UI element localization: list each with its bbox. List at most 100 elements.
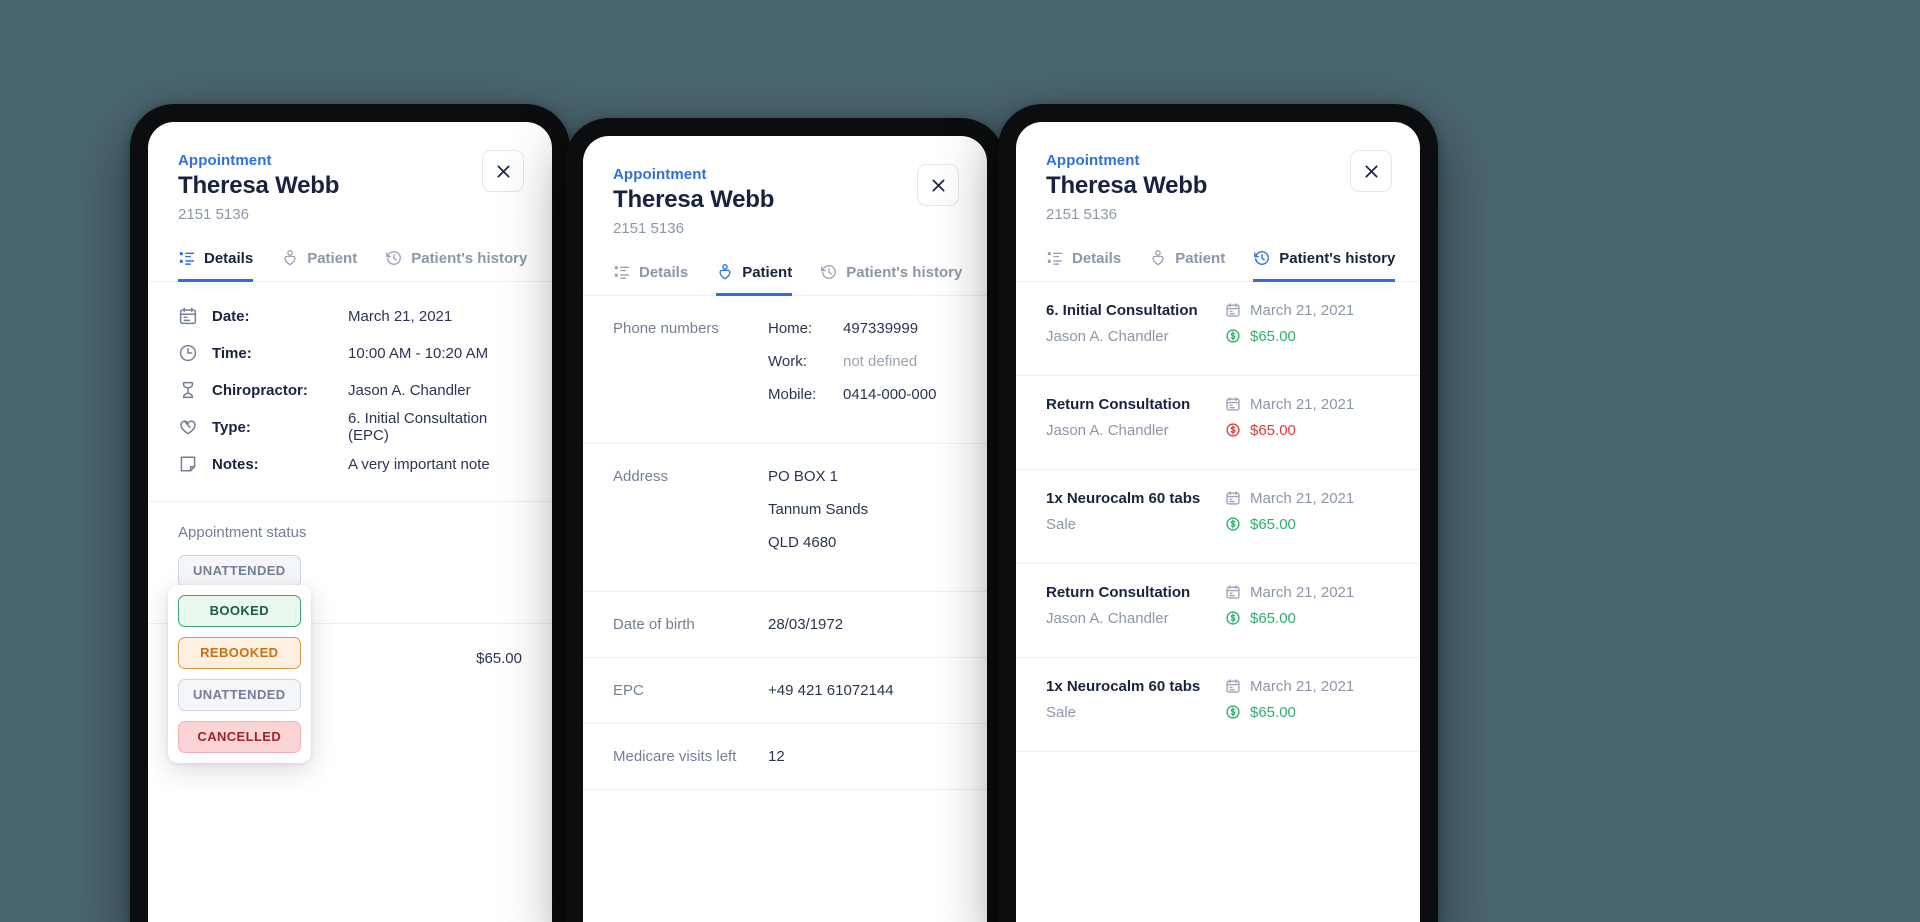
appointment-status-block: Appointment status UNATTENDED BOOKED REB… (148, 502, 552, 763)
table-row[interactable]: 1x Neurocalm 60 tabs Sale March 21, 2021 (1016, 658, 1420, 752)
history-subtitle: Jason A. Chandler (1046, 609, 1169, 627)
tab-details[interactable]: Details (178, 249, 254, 282)
tab-patients-history[interactable]: Patient's history (1253, 249, 1396, 282)
phone-row-home: Home: 497339999 (768, 320, 957, 353)
patient-id: 2151 5136 (613, 220, 684, 237)
page-title: Theresa Webb (178, 172, 340, 199)
history-price: $65.00 (1250, 515, 1296, 533)
detail-label: Time: (212, 344, 252, 362)
history-date-row: March 21, 2021 (1225, 490, 1390, 507)
status-option-cancelled[interactable]: CANCELLED (178, 720, 301, 753)
detail-label: Type: (212, 418, 251, 436)
address-line: Tannum Sands (768, 500, 869, 518)
tab-patient[interactable]: Patient (716, 263, 793, 296)
detail-label: Notes: (212, 455, 259, 473)
epc-value: +49 421 61072144 (768, 681, 894, 699)
panel-header: Appointment Theresa Webb 2151 5136 (1016, 122, 1420, 223)
close-icon (497, 165, 509, 177)
device-frame-patient: Appointment Theresa Webb 2151 5136 Detai… (565, 118, 1005, 922)
tab-label: Patient (1175, 249, 1226, 267)
history-subtitle: Sale (1046, 515, 1077, 533)
chiropractor-icon (182, 381, 194, 399)
appointment-amount: $65.00 (476, 649, 522, 667)
panel-patient: Appointment Theresa Webb 2151 5136 Detai… (583, 136, 987, 922)
tab-label: Patient's history (411, 249, 528, 267)
status-option-unattended[interactable]: UNATTENDED (178, 678, 301, 711)
dollar-circle-icon (1226, 517, 1240, 531)
history-clock-icon (386, 251, 402, 265)
tab-label: Details (639, 263, 689, 281)
device-frame-details: Appointment Theresa Webb 2151 5136 Detai… (130, 104, 570, 922)
epc-label: EPC (613, 681, 644, 699)
status-option-booked[interactable]: BOOKED (178, 594, 301, 627)
status-option-rebooked[interactable]: REBOOKED (178, 636, 301, 669)
close-button[interactable] (1350, 150, 1392, 192)
detail-row-time: Time: 10:00 AM - 10:20 AM (178, 335, 522, 372)
history-price-row: $65.00 (1225, 516, 1390, 533)
phone-type: Home: (768, 319, 813, 337)
close-button[interactable] (482, 150, 524, 192)
phone-value: 497339999 (843, 319, 919, 337)
table-row[interactable]: 6. Initial Consultation Jason A. Chandle… (1016, 282, 1420, 376)
history-date-row: March 21, 2021 (1225, 302, 1390, 319)
panel-kicker: Appointment (1046, 152, 1140, 169)
status-select-trigger[interactable]: UNATTENDED (178, 554, 301, 587)
history-date: March 21, 2021 (1250, 395, 1355, 413)
list-details-icon (614, 266, 630, 279)
dob-label: Date of birth (613, 615, 695, 633)
detail-value: A very important note (348, 455, 490, 473)
tab-details[interactable]: Details (613, 263, 688, 296)
tab-patients-history[interactable]: Patient's history (820, 263, 962, 296)
appointment-detail-list: Date: March 21, 2021 Time: 10:00 AM - 10… (148, 282, 552, 502)
detail-value: Jason A. Chandler (348, 381, 471, 399)
detail-row-chiropractor: Chiropractor: Jason A. Chandler (178, 372, 522, 409)
history-date-row: March 21, 2021 (1225, 396, 1390, 413)
table-row[interactable]: 1x Neurocalm 60 tabs Sale March 21, 2021 (1016, 470, 1420, 564)
patient-icon (719, 264, 731, 280)
tab-details[interactable]: Details (1046, 249, 1121, 282)
table-row[interactable]: Return Consultation Jason A. Chandler Ma… (1016, 376, 1420, 470)
device-frame-history: Appointment Theresa Webb 2151 5136 Detai… (998, 104, 1438, 922)
detail-value: 10:00 AM - 10:20 AM (348, 344, 489, 362)
phone-row-mobile: Mobile: 0414-000-000 (768, 386, 957, 419)
panel-kicker: Appointment (178, 152, 272, 169)
note-icon (180, 456, 196, 472)
panel-header: Appointment Theresa Webb 2151 5136 (148, 122, 552, 223)
page-title: Theresa Webb (613, 186, 775, 213)
calendar-icon (1226, 585, 1240, 599)
table-row[interactable]: Return Consultation Jason A. Chandler Ma… (1016, 564, 1420, 658)
tab-label: Patient's history (846, 263, 963, 281)
phone-row-work: Work: not defined (768, 353, 957, 386)
history-subtitle: Jason A. Chandler (1046, 421, 1169, 439)
tab-label: Patient (307, 249, 358, 267)
screenshot-stage: Appointment Theresa Webb 2151 5136 Detai… (0, 0, 1920, 922)
history-date: March 21, 2021 (1250, 489, 1355, 507)
tab-patient[interactable]: Patient (1149, 249, 1225, 282)
patient-epc-group: EPC +49 421 61072144 (583, 658, 987, 724)
calendar-icon (1226, 679, 1240, 693)
tab-patients-history[interactable]: Patient's history (385, 249, 527, 282)
dollar-circle-icon (1226, 611, 1240, 625)
close-icon (932, 179, 944, 191)
history-price: $65.00 (1250, 327, 1296, 345)
close-icon (1365, 165, 1377, 177)
list-details-icon (1047, 252, 1063, 265)
calendar-icon (1226, 303, 1240, 317)
panel-header: Appointment Theresa Webb 2151 5136 (583, 136, 987, 237)
address-line: QLD 4680 (768, 533, 837, 551)
dob-value: 28/03/1972 (768, 615, 844, 633)
panel-details: Appointment Theresa Webb 2151 5136 Detai… (148, 122, 552, 922)
patient-dob-group: Date of birth 28/03/1972 (583, 592, 987, 658)
tab-label: Details (204, 249, 254, 267)
close-button[interactable] (917, 164, 959, 206)
tab-patient[interactable]: Patient (281, 249, 357, 282)
medicare-label: Medicare visits left (613, 747, 737, 765)
panel-patients-history: Appointment Theresa Webb 2151 5136 Detai… (1016, 122, 1420, 922)
detail-row-date: Date: March 21, 2021 (178, 298, 522, 335)
history-price-row: $65.00 (1225, 704, 1390, 721)
history-price-row: $65.00 (1225, 422, 1390, 439)
patient-icon (284, 250, 296, 266)
history-price: $65.00 (1250, 421, 1296, 439)
tab-bar: Details Patient Patient's history (583, 237, 987, 296)
calendar-icon (1226, 397, 1240, 411)
